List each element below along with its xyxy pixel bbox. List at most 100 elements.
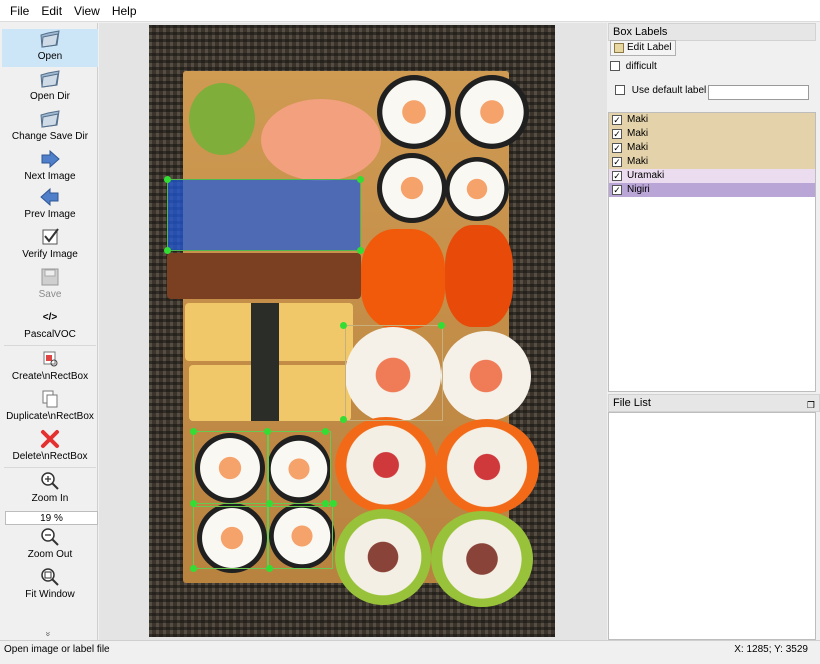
open-label: Open (37, 51, 63, 62)
label-checkbox[interactable]: ✓ (612, 129, 622, 139)
open-button[interactable]: Open (2, 29, 98, 67)
save-icon (41, 268, 59, 286)
bbox-maki[interactable] (267, 503, 333, 569)
verify-image-label: Verify Image (22, 249, 78, 260)
label-item-maki[interactable]: ✓ Maki (609, 155, 815, 169)
orange-uramaki (435, 419, 539, 515)
bbox-handle[interactable] (322, 428, 329, 435)
bbox-handle[interactable] (190, 428, 197, 435)
file-list-title: File List (613, 397, 651, 409)
bbox-handle[interactable] (266, 565, 273, 572)
zoom-out-button[interactable]: Zoom Out (2, 527, 98, 561)
maki-roll (377, 75, 451, 149)
next-image-button[interactable]: Next Image (2, 149, 98, 183)
label-item-uramaki[interactable]: ✓ Uramaki (609, 169, 815, 183)
verify-image-button[interactable]: Verify Image (2, 227, 98, 263)
nori-strip (251, 303, 279, 421)
label-checkbox[interactable]: ✓ (612, 171, 622, 181)
label-text: Maki (627, 128, 649, 139)
bbox-nigiri-selected[interactable] (167, 179, 361, 251)
duplicate-rectbox-button[interactable]: Duplicate\nRectBox (2, 389, 98, 425)
label-item-maki[interactable]: ✓ Maki (609, 141, 815, 155)
default-label-input[interactable] (708, 85, 809, 100)
prev-image-button[interactable]: Prev Image (2, 187, 98, 221)
undock-icon[interactable]: ❐ (807, 397, 815, 413)
label-checkbox[interactable]: ✓ (612, 115, 622, 125)
file-list[interactable] (608, 412, 816, 640)
format-toggle-button[interactable]: </> PascalVOC (2, 309, 98, 343)
label-item-maki[interactable]: ✓ Maki (609, 127, 815, 141)
bbox-handle[interactable] (190, 565, 197, 572)
fit-window-button[interactable]: Fit Window (2, 567, 98, 601)
menu-help[interactable]: Help (106, 0, 143, 22)
bbox-maki[interactable] (193, 503, 269, 569)
file-list-header: File List ❐ (608, 394, 820, 412)
arrow-left-icon (40, 187, 59, 207)
label-checkbox[interactable]: ✓ (612, 185, 622, 195)
create-rectbox-button[interactable]: Create\nRectBox (2, 349, 98, 385)
label-text: Maki (627, 142, 649, 153)
eel-nigiri (167, 253, 361, 299)
difficult-checkbox[interactable] (610, 61, 620, 72)
menu-edit[interactable]: Edit (35, 0, 68, 22)
uramaki-roll (441, 331, 531, 421)
tobiko-nigiri (361, 229, 445, 329)
fit-window-label: Fit Window (25, 589, 75, 600)
ginger (261, 99, 381, 181)
bbox-handle[interactable] (164, 247, 171, 254)
zoom-in-icon (41, 472, 59, 490)
arrow-right-icon (41, 149, 60, 169)
bbox-handle[interactable] (357, 176, 364, 183)
bbox-handle[interactable] (340, 322, 347, 329)
bbox-uramaki[interactable] (345, 325, 443, 421)
bbox-handle[interactable] (190, 500, 197, 507)
code-format-icon: </> (42, 312, 58, 323)
bbox-maki[interactable] (267, 431, 331, 507)
status-message: Open image or label file (4, 644, 110, 655)
change-save-dir-button[interactable]: Change Save Dir (2, 109, 98, 145)
format-label: PascalVOC (24, 329, 76, 340)
cursor-coordinates: X: 1285; Y: 3529 (734, 644, 808, 655)
bbox-handle[interactable] (438, 322, 445, 329)
delete-rectbox-button[interactable]: Delete\nRectBox (2, 429, 98, 465)
bbox-handle[interactable] (322, 500, 329, 507)
bbox-handle[interactable] (330, 500, 337, 507)
open-dir-button[interactable]: Open Dir (2, 69, 98, 105)
copy-icon (42, 390, 58, 408)
menu-view[interactable]: View (68, 0, 106, 22)
right-panel: Box Labels Edit Label difficult Use defa… (608, 23, 820, 640)
bbox-handle[interactable] (266, 500, 273, 507)
menu-file[interactable]: File (4, 0, 35, 22)
next-image-label: Next Image (24, 171, 76, 182)
toolbar-overflow-icon[interactable]: » (44, 631, 54, 636)
edit-label-button[interactable]: Edit Label (610, 40, 676, 56)
use-default-label-checkbox[interactable] (615, 85, 625, 96)
wasabi (189, 83, 255, 155)
save-button[interactable]: Save (2, 267, 98, 301)
maki-roll (455, 75, 529, 149)
bbox-handle[interactable] (340, 416, 347, 423)
zoom-in-label: Zoom In (31, 493, 69, 504)
label-item-nigiri[interactable]: ✓ Nigiri (609, 183, 815, 197)
use-default-label-row: Use default label (615, 85, 706, 96)
label-checkbox[interactable]: ✓ (612, 143, 622, 153)
label-checkbox[interactable]: ✓ (612, 157, 622, 167)
use-default-label-text: Use default label (631, 85, 707, 96)
create-rectbox-label: Create\nRectBox (11, 371, 89, 382)
save-label: Save (38, 289, 62, 300)
toolbar: Open Open Dir Change Save Dir Next Image… (2, 23, 98, 640)
label-item-maki[interactable]: ✓ Maki (609, 113, 815, 127)
label-text: Nigiri (627, 184, 650, 195)
checkbox-icon (42, 228, 59, 245)
box-labels-title: Box Labels (608, 23, 816, 41)
image-canvas[interactable] (99, 23, 607, 640)
bbox-handle[interactable] (357, 247, 364, 254)
create-rect-icon (43, 351, 58, 367)
bbox-handle[interactable] (264, 428, 271, 435)
zoom-level-field[interactable]: 19 % (5, 511, 98, 525)
zoom-out-icon (41, 528, 59, 546)
bbox-maki[interactable] (193, 431, 269, 507)
bbox-handle[interactable] (164, 176, 171, 183)
maki-roll (377, 153, 447, 223)
zoom-in-button[interactable]: Zoom In (2, 471, 98, 507)
